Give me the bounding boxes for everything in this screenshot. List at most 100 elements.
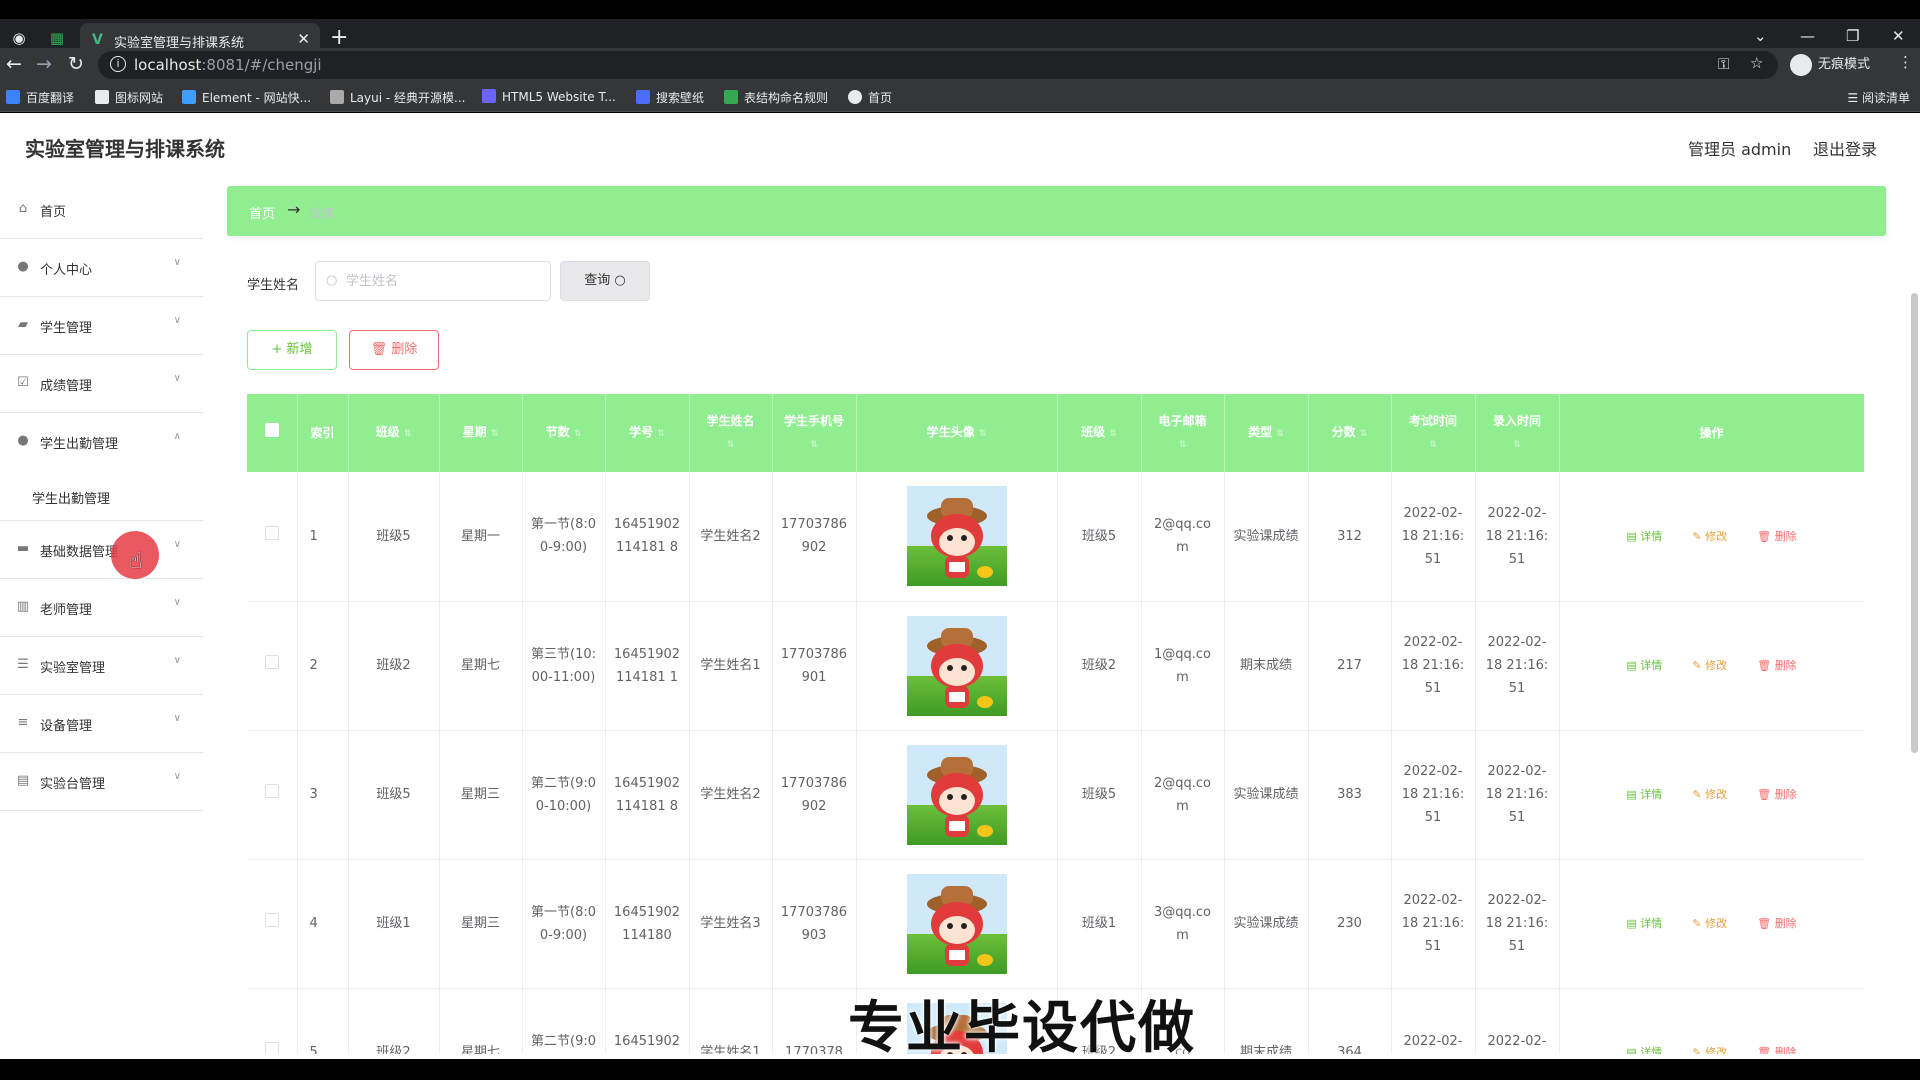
column-header[interactable]: 学生头像 ⇅ — [856, 394, 1058, 472]
bookmark-item[interactable]: HTML5 Website T... — [482, 89, 616, 104]
delete-button[interactable]: 🗑 删除 — [1757, 1041, 1796, 1054]
url-field[interactable]: i localhost:8081/#/chengji ⚿ ☆ — [98, 51, 1778, 79]
detail-button[interactable]: ▤ 详情 — [1626, 654, 1662, 677]
cell-week: 星期三 — [439, 859, 523, 989]
page-scrollbar[interactable] — [1911, 293, 1918, 753]
sidebar-item-home[interactable]: ⌂ 首页 — [0, 181, 203, 239]
column-header[interactable]: 电子邮箱 ⇅ — [1141, 394, 1225, 472]
column-header[interactable]: 学号 ⇅ — [605, 394, 690, 472]
row-checkbox[interactable] — [264, 784, 279, 798]
web-page: 实验室管理与排课系统 管理员 admin 退出登录 ⌂ 首页 ● 个人中心 ∨ … — [0, 113, 1920, 1059]
select-all-cell[interactable] — [247, 394, 298, 472]
sidebar-item-devices[interactable]: ≡ 设备管理 ∨ — [0, 695, 203, 753]
forward-icon[interactable]: → — [36, 53, 52, 75]
row-checkbox-cell[interactable] — [247, 988, 298, 1054]
minimize-icon[interactable]: — — [1800, 27, 1815, 45]
browser-more-icon[interactable]: ⋮ — [1898, 53, 1913, 71]
detail-button[interactable]: ▤ 详情 — [1626, 525, 1662, 548]
detail-button[interactable]: ▤ 详情 — [1626, 783, 1662, 806]
sidebar-item-students[interactable]: ▰ 学生管理 ∨ — [0, 297, 203, 355]
browser-menu-icon[interactable]: ◉ — [8, 27, 30, 49]
sidebar-item-benches[interactable]: ▤ 实验台管理 ∨ — [0, 753, 203, 811]
pencil-icon: ✎ — [1692, 1046, 1702, 1054]
detail-button[interactable]: ▤ 详情 — [1626, 1041, 1662, 1054]
tab-group-icon[interactable]: ▦ — [46, 27, 68, 49]
column-header[interactable]: 节数 ⇅ — [522, 394, 606, 472]
row-checkbox-cell[interactable] — [247, 859, 298, 989]
edit-button[interactable]: ✎ 修改 — [1692, 525, 1727, 548]
reload-icon[interactable]: ↻ — [68, 53, 84, 75]
back-icon[interactable]: ← — [6, 53, 22, 75]
select-all-checkbox[interactable] — [264, 423, 279, 437]
column-header[interactable]: 班级 ⇅ — [1057, 394, 1142, 472]
query-button[interactable]: 查询 ○ — [560, 261, 650, 301]
bookmark-item[interactable]: Element - 网站快... — [182, 89, 311, 106]
delete-button[interactable]: 🗑 删除 — [1757, 912, 1796, 935]
student-avatar-image — [906, 873, 1007, 974]
sort-icon: ⇅ — [1109, 429, 1117, 439]
delete-button[interactable]: 🗑 删除 — [1757, 783, 1796, 806]
restore-icon[interactable]: ❐ — [1846, 27, 1859, 45]
delete-button[interactable]: 🗑 删除 — [1757, 654, 1796, 677]
new-tab-icon[interactable]: + — [330, 25, 348, 50]
column-header[interactable]: 类型 ⇅ — [1224, 394, 1309, 472]
window-close-icon[interactable]: ✕ — [1892, 27, 1905, 45]
cell-class: 班级2 — [348, 601, 440, 731]
cell-week: 星期三 — [439, 730, 523, 860]
cell-actions: ▤ 详情 ✎ 修改 🗑 删除 — [1559, 601, 1864, 731]
column-header[interactable]: 星期 ⇅ — [439, 394, 523, 472]
column-header[interactable]: 学生姓名 ⇅ — [689, 394, 773, 472]
sidebar-item-teachers[interactable]: ▥ 老师管理 ∨ — [0, 579, 203, 637]
sidebar-item-grades[interactable]: ☑ 成绩管理 ∨ — [0, 355, 203, 413]
row-checkbox[interactable] — [264, 655, 279, 669]
site-info-icon[interactable]: i — [110, 56, 126, 72]
student-name-search[interactable]: ○ — [315, 261, 551, 301]
batch-delete-button[interactable]: 🗑 删除 — [349, 330, 439, 370]
tab-close-icon[interactable]: ✕ — [297, 30, 310, 48]
row-checkbox[interactable] — [264, 525, 279, 540]
cell-week: 星期一 — [439, 472, 523, 602]
row-checkbox-cell[interactable] — [247, 730, 298, 860]
edit-button[interactable]: ✎ 修改 — [1692, 912, 1727, 935]
edit-button[interactable]: ✎ 修改 — [1692, 783, 1727, 806]
bookmark-star-icon[interactable]: ☆ — [1750, 54, 1763, 72]
cartoon-avatar-icon — [926, 756, 993, 837]
row-checkbox-cell[interactable] — [247, 472, 298, 602]
incognito-indicator[interactable]: 无痕模式 — [1790, 51, 1890, 79]
row-checkbox[interactable] — [264, 913, 279, 927]
sidebar-item-attendance[interactable]: ● 学生出勤管理 ∧ — [0, 413, 203, 471]
bookmark-item[interactable]: 表结构命名规则 — [724, 89, 828, 106]
bookmark-item[interactable]: 图标网站 — [95, 89, 163, 106]
cell-actions: ▤ 详情 ✎ 修改 🗑 删除 — [1559, 988, 1864, 1054]
column-header[interactable]: 考试时间 ⇅ — [1391, 394, 1476, 472]
sidebar-subitem-attendance[interactable]: 学生出勤管理 — [0, 471, 203, 521]
bookmark-item[interactable]: 搜索壁纸 — [636, 89, 704, 106]
bookmark-item[interactable]: 百度翻译 — [6, 89, 74, 106]
main-content: 首页 → 成绩 学生姓名 ○ 查询 ○ + 新增 🗑 删除 — [203, 181, 1920, 1059]
search-input[interactable] — [346, 270, 541, 292]
column-header[interactable]: 录入时间 ⇅ — [1475, 394, 1560, 472]
delete-button[interactable]: 🗑 删除 — [1757, 525, 1796, 548]
column-header[interactable]: 分数 ⇅ — [1308, 394, 1392, 472]
bookmark-item[interactable]: Layui - 经典开源模... — [330, 89, 465, 106]
bookmark-item[interactable]: 首页 — [848, 89, 892, 106]
key-icon[interactable]: ⚿ — [1718, 55, 1729, 73]
tab-search-icon[interactable]: ⌄ — [1754, 27, 1767, 45]
breadcrumb-home[interactable]: 首页 — [249, 203, 275, 222]
logout-link[interactable]: 退出登录 — [1813, 136, 1877, 160]
sidebar-item-base-data[interactable]: ▬ 基础数据管理 ∨ — [0, 521, 203, 579]
edit-button[interactable]: ✎ 修改 — [1692, 654, 1727, 677]
row-checkbox[interactable] — [264, 1042, 279, 1054]
add-button[interactable]: + 新增 — [247, 330, 337, 370]
sidebar-item-labs[interactable]: ☰ 实验室管理 ∨ — [0, 637, 203, 695]
column-header[interactable]: 学生手机号 ⇅ — [772, 394, 857, 472]
table-row: 1 班级5 星期一 第一节(8:00-9:00) 16451902114181 … — [247, 472, 1864, 602]
cell-student-name: 学生姓名1 — [689, 601, 773, 731]
row-checkbox-cell[interactable] — [247, 601, 298, 731]
column-header[interactable]: 班级 ⇅ — [348, 394, 440, 472]
reading-list[interactable]: ☰ 阅读清单 — [1847, 89, 1910, 106]
sidebar-item-profile[interactable]: ● 个人中心 ∨ — [0, 239, 203, 297]
search-icon: ○ — [614, 273, 626, 288]
edit-button[interactable]: ✎ 修改 — [1692, 1041, 1727, 1054]
detail-button[interactable]: ▤ 详情 — [1626, 912, 1662, 935]
